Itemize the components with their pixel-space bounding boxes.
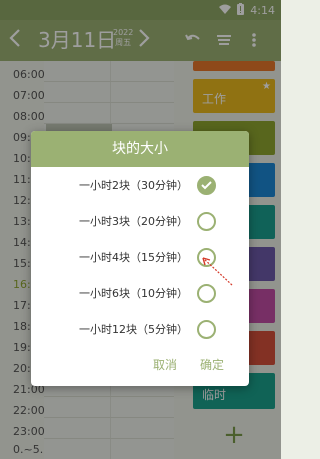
radio-unchecked[interactable]	[197, 212, 216, 231]
radio-checked[interactable]	[197, 176, 216, 195]
check-icon	[201, 181, 212, 190]
option-label: 一小时6块（10分钟）	[79, 287, 188, 300]
radio-unchecked[interactable]	[197, 320, 216, 339]
option-label: 一小时4块（15分钟）	[79, 251, 188, 264]
confirm-button[interactable]: 确定	[200, 356, 224, 373]
option-5min[interactable]: 一小时12块（5分钟）	[31, 311, 249, 347]
option-30min[interactable]: 一小时2块（30分钟）	[31, 167, 249, 203]
annotation-arrow-icon	[202, 257, 233, 286]
option-label: 一小时2块（30分钟）	[79, 179, 188, 192]
option-label: 一小时12块（5分钟）	[79, 323, 188, 336]
cancel-button[interactable]: 取消	[153, 356, 177, 373]
dialog-title: 块的大小	[31, 131, 249, 167]
option-label: 一小时3块（20分钟）	[79, 215, 188, 228]
option-20min[interactable]: 一小时3块（20分钟）	[31, 203, 249, 239]
